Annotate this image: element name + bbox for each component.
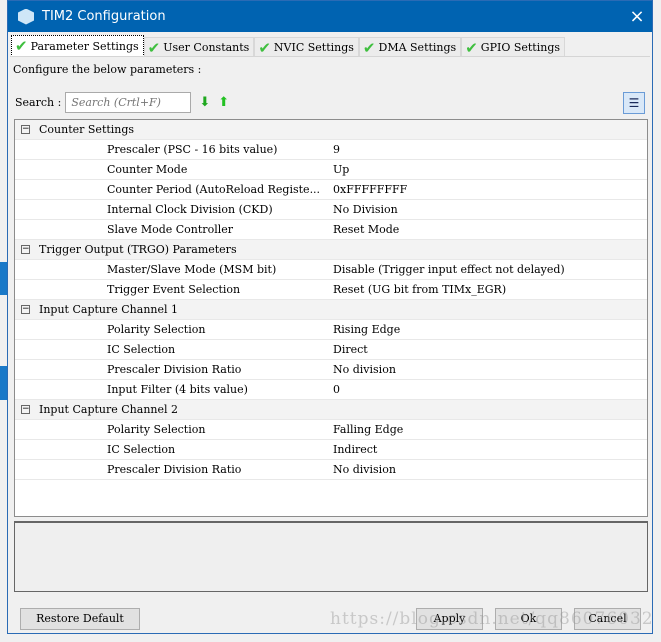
window-title: TIM2 Configuration [42,9,166,24]
parameter-row[interactable]: IC Selection Indirect [15,440,647,460]
parameter-value[interactable]: Reset (UG bit from TIMx_EGR) [331,283,506,296]
parameter-value[interactable]: Indirect [331,443,377,456]
parameter-name: Counter Mode [107,163,188,176]
list-view-toggle-icon[interactable]: ☰ [623,92,645,114]
search-prev-arrow-up-icon[interactable]: ⬆ [218,95,229,110]
tab-label: GPIO Settings [480,41,561,54]
parameter-value[interactable]: 0 [331,383,340,396]
tab-label: User Constants [163,41,250,54]
check-icon: ✔ [362,38,376,57]
parameter-value[interactable]: Reset Mode [331,223,399,236]
tab-user-constants[interactable]: ✔ User Constants [143,37,255,57]
parameter-name: Polarity Selection [107,423,206,436]
search-row: Search : ⬇ ⬆ [15,92,229,113]
parameter-value[interactable]: Up [331,163,349,176]
group-header[interactable]: − Input Capture Channel 2 [15,400,647,420]
parameter-row[interactable]: Slave Mode Controller Reset Mode [15,220,647,240]
parameter-table: − Counter Settings Prescaler (PSC - 16 bit… [14,119,648,517]
parameter-value[interactable]: Direct [331,343,368,356]
parameter-name: Internal Clock Division (CKD) [107,203,273,216]
title-bar[interactable]: TIM2 Configuration × [8,1,652,32]
parameter-row[interactable]: Prescaler Division Ratio No division [15,360,647,380]
parameter-row[interactable]: Counter Period (AutoReload Registe... 0xF… [15,180,647,200]
app-logo-icon [18,8,34,25]
parameter-name: Polarity Selection [107,323,206,336]
parameter-value[interactable]: Rising Edge [331,323,400,336]
parameter-value[interactable]: 9 [331,143,340,156]
check-icon: ✔ [147,38,161,57]
config-label: Configure the below parameters : [13,63,202,76]
parameter-name: Prescaler (PSC - 16 bits value) [107,143,278,156]
parameter-name: Prescaler Division Ratio [107,463,242,476]
parameter-value[interactable]: No Division [331,203,398,216]
parameter-row[interactable]: Prescaler Division Ratio No division [15,460,647,480]
parameter-name: Counter Period (AutoReload Registe... [107,183,321,196]
parameter-row[interactable]: Trigger Event Selection Reset (UG bit fro… [15,280,647,300]
group-title: Trigger Output (TRGO) Parameters [39,243,237,256]
collapse-icon[interactable]: − [21,245,30,254]
parameter-row[interactable]: Polarity Selection Falling Edge [15,420,647,440]
parameter-row[interactable]: Master/Slave Mode (MSM bit) Disable (Trig… [15,260,647,280]
cancel-button[interactable]: Cancel [574,608,641,630]
parameter-settings-panel: Configure the below parameters : Search … [10,56,650,600]
group-title: Input Capture Channel 1 [39,303,179,316]
check-icon: ✔ [258,38,271,57]
collapse-icon[interactable]: − [21,405,30,414]
tab-nvic-settings[interactable]: ✔ NVIC Settings [254,37,359,57]
collapse-icon[interactable]: − [21,125,30,134]
apply-button[interactable]: Apply [416,608,483,630]
parameter-value[interactable]: Disable (Trigger input effect not delaye… [331,263,565,276]
parameter-row[interactable]: Counter Mode Up [15,160,647,180]
parameter-value[interactable]: No division [331,463,396,476]
group-header[interactable]: − Input Capture Channel 1 [15,300,647,320]
parameter-name: Prescaler Division Ratio [107,363,242,376]
group-header[interactable]: − Trigger Output (TRGO) Parameters [15,240,647,260]
tab-bar: ✔ Parameter Settings ✔ User Constants ✔ NVIC … [11,35,652,57]
parameter-value[interactable]: 0xFFFFFFFF [331,183,407,196]
tab-label: NVIC Settings [273,41,354,54]
collapse-icon[interactable]: − [21,305,30,314]
parameter-value[interactable]: Falling Edge [331,423,403,436]
tab-label: Parameter Settings [30,39,139,53]
group-title: Input Capture Channel 2 [39,403,179,416]
tab-label: DMA Settings [378,41,457,54]
parameter-row[interactable]: Prescaler (PSC - 16 bits value) 9 [15,140,647,160]
description-panel [14,521,648,592]
search-label: Search : [15,96,62,109]
parameter-row[interactable]: Internal Clock Division (CKD) No Division [15,200,647,220]
parameter-row[interactable]: Polarity Selection Rising Edge [15,320,647,340]
tim2-configuration-dialog: TIM2 Configuration × ✔ Parameter Settings… [7,0,653,634]
parameter-name: IC Selection [107,343,176,356]
tab-dma-settings[interactable]: ✔ DMA Settings [358,37,462,57]
parameter-row[interactable]: Input Filter (4 bits value) 0 [15,380,647,400]
parameter-name: IC Selection [107,443,176,456]
ok-button[interactable]: Ok [495,608,562,630]
parameter-name: Master/Slave Mode (MSM bit) [107,263,277,276]
search-next-arrow-down-icon[interactable]: ⬇ [199,95,210,110]
search-input[interactable] [65,92,192,113]
check-icon: ✔ [15,37,28,55]
parameter-name: Input Filter (4 bits value) [107,383,248,396]
check-icon: ✔ [465,38,478,57]
parameter-name: Slave Mode Controller [107,223,233,236]
tab-parameter-settings[interactable]: ✔ Parameter Settings [11,35,144,57]
close-icon[interactable]: × [622,6,652,27]
parameter-row[interactable]: IC Selection Direct [15,340,647,360]
parameter-name: Trigger Event Selection [107,283,241,296]
tab-gpio-settings[interactable]: ✔ GPIO Settings [461,37,566,57]
restore-default-button[interactable]: Restore Default [20,608,140,630]
group-title: Counter Settings [39,123,135,136]
group-header[interactable]: − Counter Settings [15,120,647,140]
parameter-value[interactable]: No division [331,363,396,376]
